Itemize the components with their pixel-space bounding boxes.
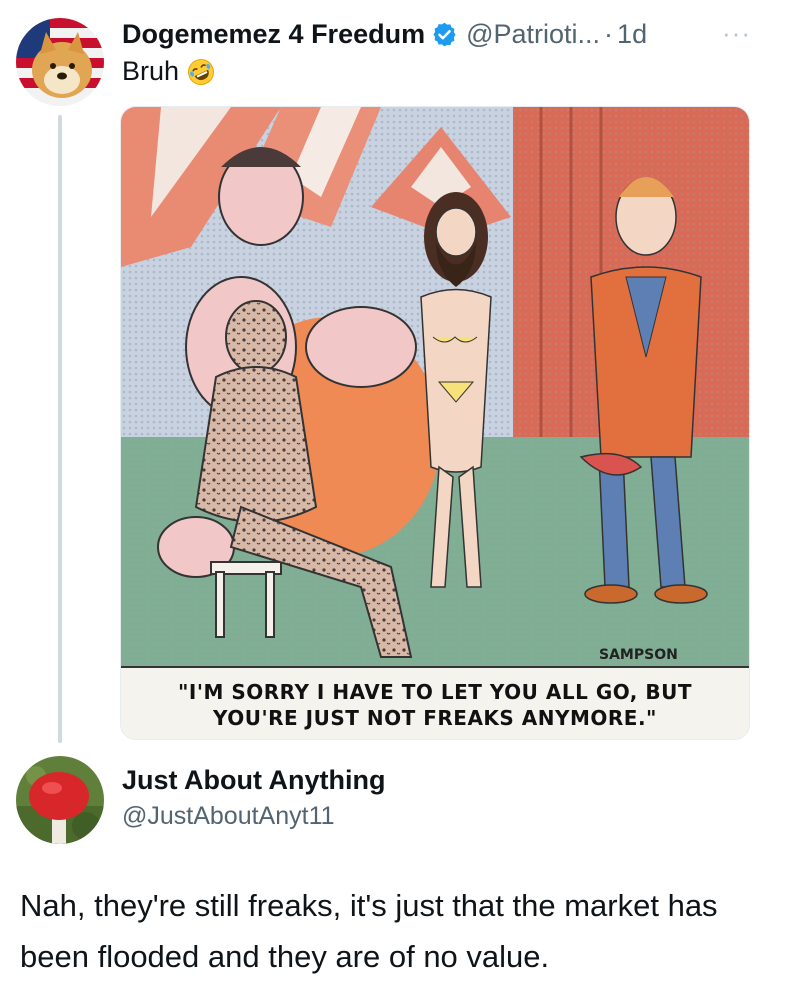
post-text: Bruh: [122, 56, 215, 87]
reply-author-avatar[interactable]: [16, 756, 104, 844]
verified-badge-icon: [431, 21, 458, 48]
rolling-laughing-emoji-icon: [187, 58, 215, 86]
post-timestamp[interactable]: 1d: [617, 19, 647, 50]
author-handle[interactable]: @Patrioti...: [466, 19, 600, 50]
post-text-content: Bruh: [122, 56, 180, 86]
author-avatar[interactable]: [16, 18, 104, 106]
doge-avatar-image: [16, 18, 104, 106]
reply-author-handle[interactable]: @JustAboutAnyt11: [122, 802, 335, 831]
reply-author-display-name[interactable]: Just About Anything: [122, 765, 385, 796]
comic-illustration: [121, 107, 749, 739]
author-display-name[interactable]: Dogememez 4 Freedum: [122, 19, 425, 50]
thread-connector-line: [58, 115, 62, 743]
meta-separator: ·: [604, 18, 614, 49]
caption-line-2: YOU'RE JUST NOT FREAKS ANYMORE.": [213, 706, 657, 730]
artist-signature: SAMPSON: [599, 647, 678, 663]
comic-image[interactable]: SAMPSON "I'M SORRY I HAVE TO LET YOU ALL…: [120, 106, 750, 740]
mushroom-avatar-image: [16, 756, 104, 844]
reply-text: Nah, they're still freaks, it's just tha…: [20, 888, 718, 974]
post-header: Dogememez 4 Freedum @Patrioti... · 1d: [122, 16, 647, 52]
comic-caption: "I'M SORRY I HAVE TO LET YOU ALL GO, BUT…: [121, 679, 749, 731]
caption-line-1: "I'M SORRY I HAVE TO LET YOU ALL GO, BUT: [178, 680, 692, 704]
more-options-icon[interactable]: ···: [722, 18, 751, 49]
